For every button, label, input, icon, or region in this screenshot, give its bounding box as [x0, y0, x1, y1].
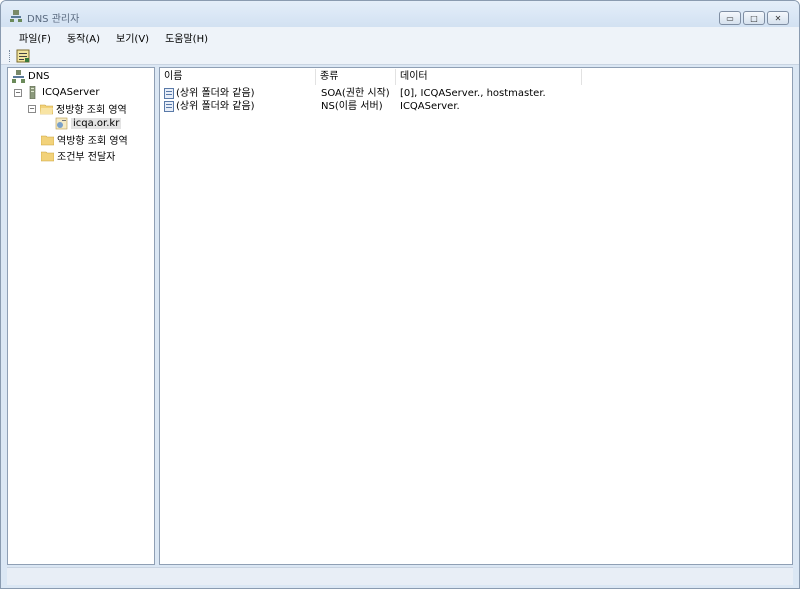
toolbar-grip[interactable] [9, 50, 12, 62]
toolbar [1, 47, 799, 65]
menu-view[interactable]: 보기(V) [108, 30, 157, 45]
window-controls: ▭ □ ✕ [719, 11, 789, 25]
title-bar[interactable]: DNS 관리자 ▭ □ ✕ [1, 1, 799, 27]
tree-label-zone: icqa.or.kr [71, 118, 122, 129]
record-list[interactable]: 이름 종류 데이터 (상위 폴더와 같음) SOA(권한 시작) [0], IC… [159, 67, 793, 565]
minimize-button[interactable]: ▭ [719, 11, 741, 25]
record-icon [164, 87, 174, 99]
menu-bar: 파일(F) 동작(A) 보기(V) 도움말(H) [1, 27, 799, 47]
zone-icon [55, 117, 68, 130]
record-name: (상위 폴더와 같음) [176, 88, 255, 99]
column-header-type[interactable]: 종류 [316, 69, 396, 85]
window-title: DNS 관리자 [27, 14, 80, 25]
dns-root-icon [12, 70, 25, 83]
record-name: (상위 폴더와 같음) [176, 101, 255, 112]
menu-file[interactable]: 파일(F) [11, 30, 59, 45]
record-data: ICQAServer. [400, 101, 460, 112]
app-window: DNS 관리자 ▭ □ ✕ 파일(F) 동작(A) 보기(V) 도움말(H) D… [0, 0, 800, 589]
close-button[interactable]: ✕ [767, 11, 789, 25]
record-type: NS(이름 서버) [321, 101, 383, 112]
record-name-cell: (상위 폴더와 같음) [164, 100, 255, 113]
menu-action[interactable]: 동작(A) [59, 30, 108, 45]
folder-icon [41, 135, 54, 146]
tree-label-forward-zone: 정방향 조회 영역 [56, 105, 127, 116]
record-type: SOA(권한 시작) [321, 88, 390, 99]
record-name-cell: (상위 폴더와 같음) [164, 87, 255, 100]
column-header-data[interactable]: 데이터 [396, 69, 582, 85]
tree-label-reverse-zone: 역방향 조회 영역 [57, 136, 128, 147]
tree-item-zone-selected[interactable]: icqa.or.kr [55, 116, 122, 131]
folder-icon [41, 151, 54, 162]
tree-item-forwarders[interactable]: 조건부 전달자 [41, 148, 115, 163]
status-bar [7, 567, 793, 585]
tree-label-dns: DNS [28, 71, 50, 82]
dns-app-icon [10, 10, 22, 22]
tree-item-forward-zone[interactable]: − 정방향 조회 영역 [28, 101, 127, 116]
tree-item-dns[interactable]: DNS [12, 69, 50, 84]
tree-label-server: ICQAServer [42, 87, 100, 98]
record-icon [164, 100, 174, 112]
properties-icon[interactable] [15, 48, 31, 64]
menu-help[interactable]: 도움말(H) [157, 30, 216, 45]
record-data: [0], ICQAServer., hostmaster. [400, 88, 546, 99]
column-header-name[interactable]: 이름 [160, 69, 316, 85]
maximize-button[interactable]: □ [743, 11, 765, 25]
collapse-icon[interactable]: − [28, 104, 36, 113]
server-icon [29, 86, 36, 99]
tree-item-server[interactable]: − ICQAServer [14, 85, 99, 100]
folder-open-icon [40, 104, 53, 115]
tree-label-forwarders: 조건부 전달자 [57, 152, 116, 163]
collapse-icon[interactable]: − [14, 88, 22, 97]
tree-pane[interactable]: DNS − ICQAServer − 정방향 조회 영역 icqa.or.kr … [7, 67, 155, 565]
tree-item-reverse-zone[interactable]: 역방향 조회 영역 [41, 132, 128, 147]
